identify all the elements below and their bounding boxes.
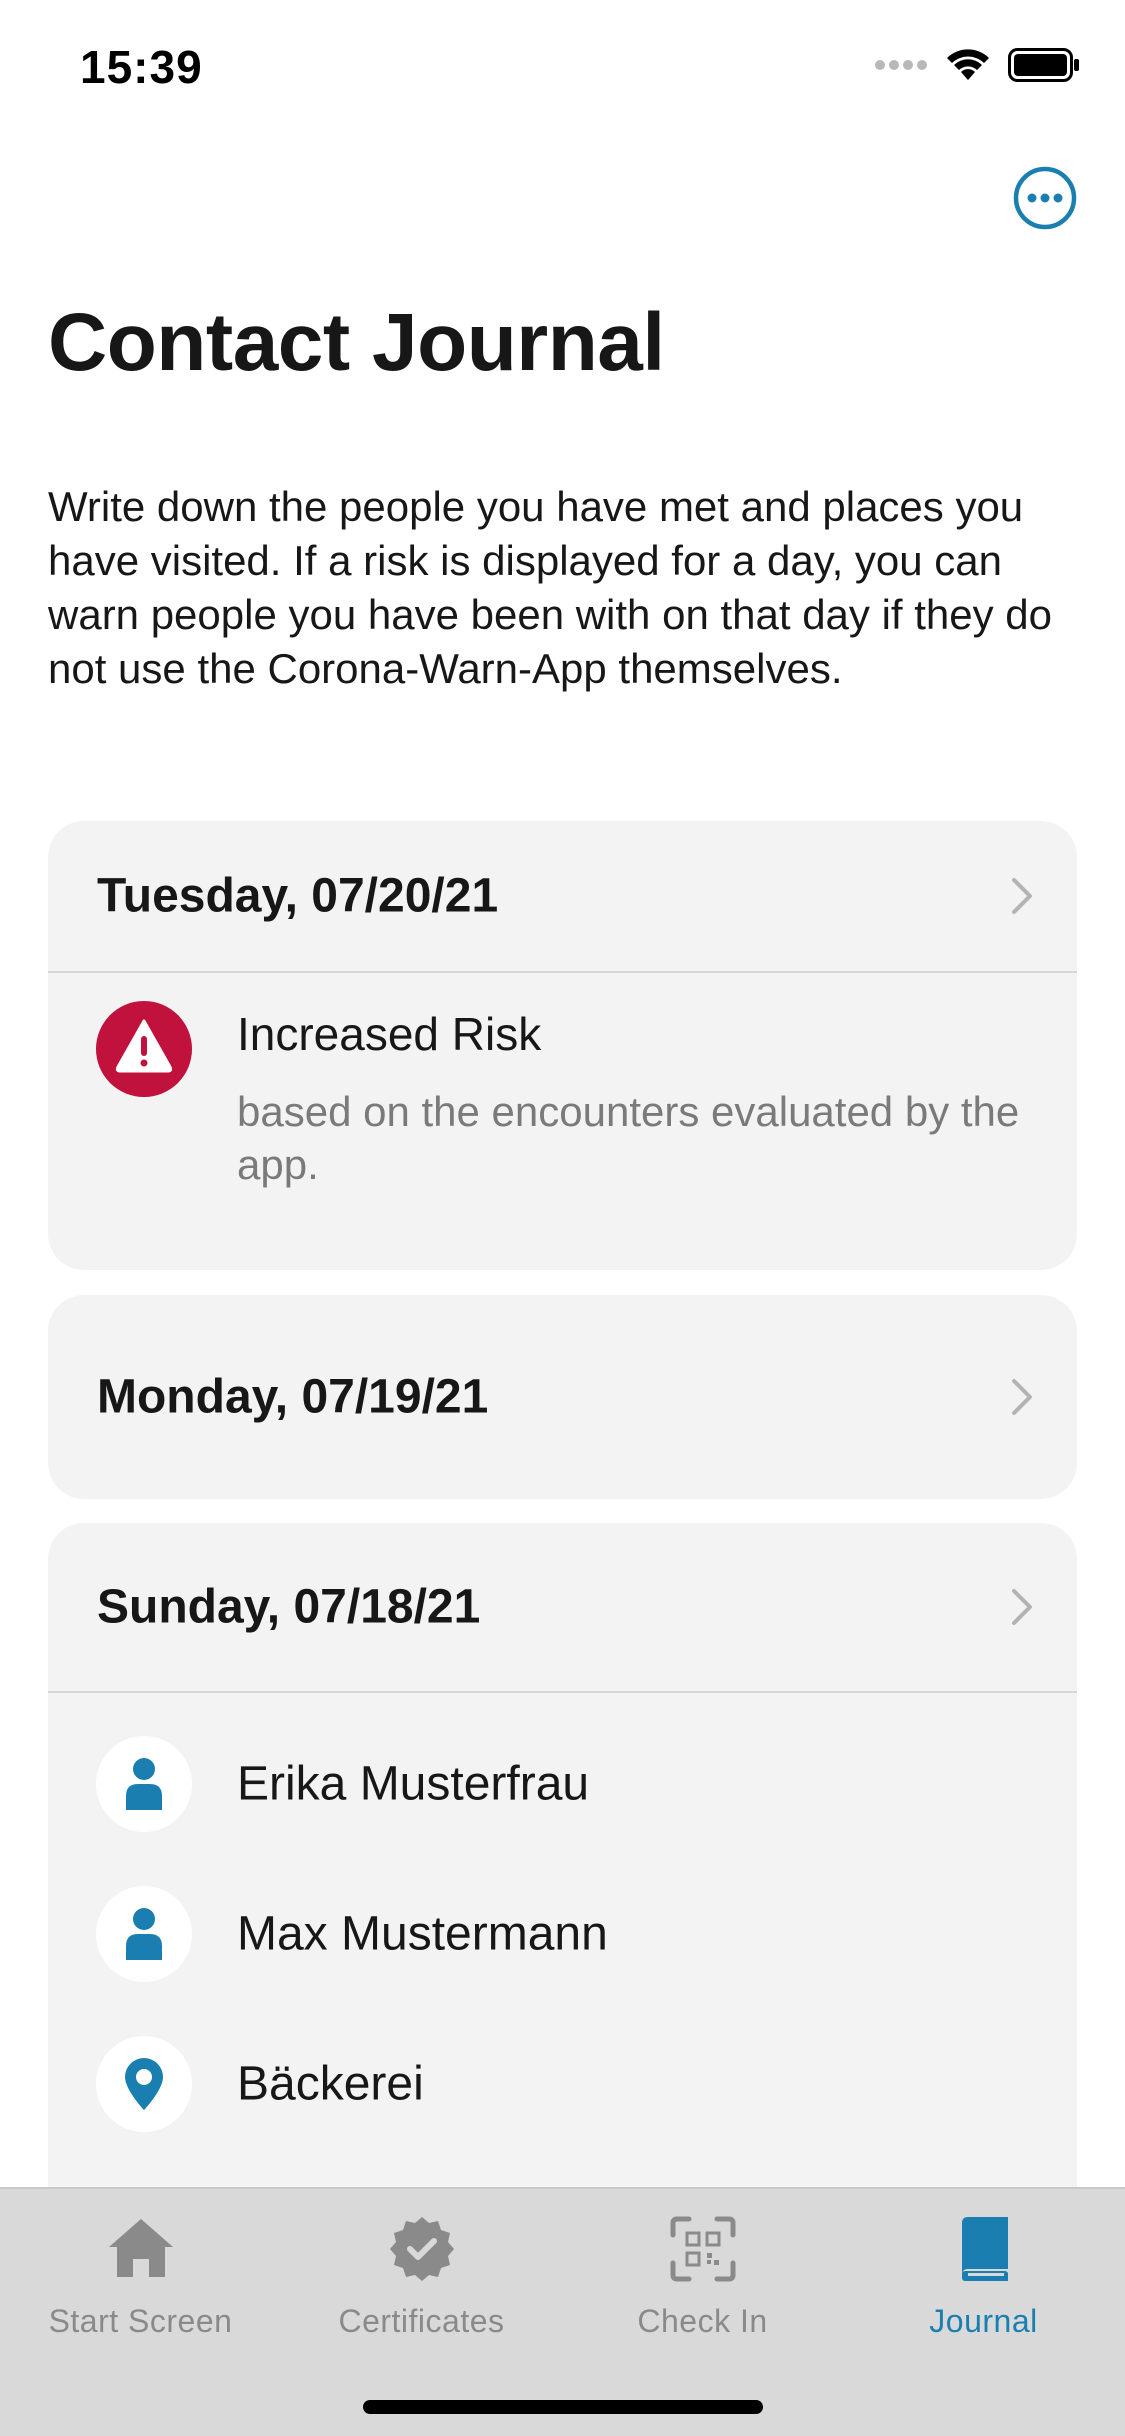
entry-label: Bäckerei (237, 2057, 424, 2111)
entry-label: Erika Musterfrau (237, 1757, 590, 1811)
day-header-monday[interactable]: Monday, 07/19/21 (48, 1295, 1077, 1499)
journal-entry[interactable]: Max Mustermann (48, 1859, 1077, 2009)
person-icon (96, 1736, 192, 1832)
tab-label: Check In (637, 2303, 768, 2339)
day-card-tuesday: Tuesday, 07/20/21 Increased Risk based o… (48, 821, 1077, 1270)
day-card-sunday: Sunday, 07/18/21 Erika Musterfrau Max Mu… (48, 1523, 1077, 2243)
chevron-right-icon (1012, 1379, 1032, 1415)
page-title: Contact Journal (48, 297, 665, 388)
tab-certificates[interactable]: Certificates (281, 2213, 562, 2340)
tab-bar: Start Screen Certificates Check In Journ… (0, 2187, 1125, 2436)
signal-dots-icon (875, 60, 927, 70)
risk-title: Increased Risk (237, 1008, 542, 1060)
qr-code-icon (670, 2216, 735, 2282)
risk-subtitle: based on the encounters evaluated by the… (237, 1088, 1020, 1188)
status-icons (874, 48, 1080, 82)
day-date: Monday, 07/19/21 (97, 1370, 489, 1424)
person-icon (96, 1886, 192, 1982)
journal-description: Write down the people you have met and p… (48, 483, 1053, 692)
battery-icon (1008, 48, 1079, 82)
ellipsis-circle-icon[interactable] (1013, 166, 1077, 230)
status-bar: 15:39 (0, 0, 1125, 135)
tab-label: Start Screen (48, 2303, 233, 2339)
day-card-monday: Monday, 07/19/21 (48, 1295, 1077, 1499)
book-icon (961, 2217, 1008, 2281)
tab-journal[interactable]: Journal (843, 2213, 1124, 2340)
wifi-icon (947, 49, 989, 80)
chevron-right-icon (1012, 1589, 1032, 1625)
day-header-tuesday[interactable]: Tuesday, 07/20/21 (48, 821, 1077, 973)
tab-label: Journal (929, 2303, 1038, 2339)
home-indicator[interactable] (363, 2400, 763, 2414)
location-pin-icon (96, 2036, 192, 2132)
journal-entry[interactable]: Erika Musterfrau (48, 1709, 1077, 1859)
tab-start-screen[interactable]: Start Screen (0, 2213, 281, 2340)
warning-icon (96, 1001, 192, 1097)
day-date: Sunday, 07/18/21 (97, 1580, 481, 1634)
entry-label: Max Mustermann (237, 1907, 608, 1961)
home-icon (108, 2219, 173, 2277)
risk-status-row: Increased Risk based on the encounters e… (48, 973, 1077, 1253)
day-date: Tuesday, 07/20/21 (97, 869, 499, 923)
certificate-badge-icon (389, 2217, 454, 2281)
day-header-sunday[interactable]: Sunday, 07/18/21 (48, 1523, 1077, 1693)
chevron-right-icon (1012, 878, 1032, 914)
tab-label: Certificates (338, 2303, 505, 2339)
status-time: 15:39 (80, 41, 203, 93)
tab-check-in[interactable]: Check In (562, 2213, 843, 2340)
contact-journal-screen: 15:39 Contact Journal Write down the peo… (0, 0, 1125, 2436)
journal-entry[interactable]: Bäckerei (48, 2009, 1077, 2159)
